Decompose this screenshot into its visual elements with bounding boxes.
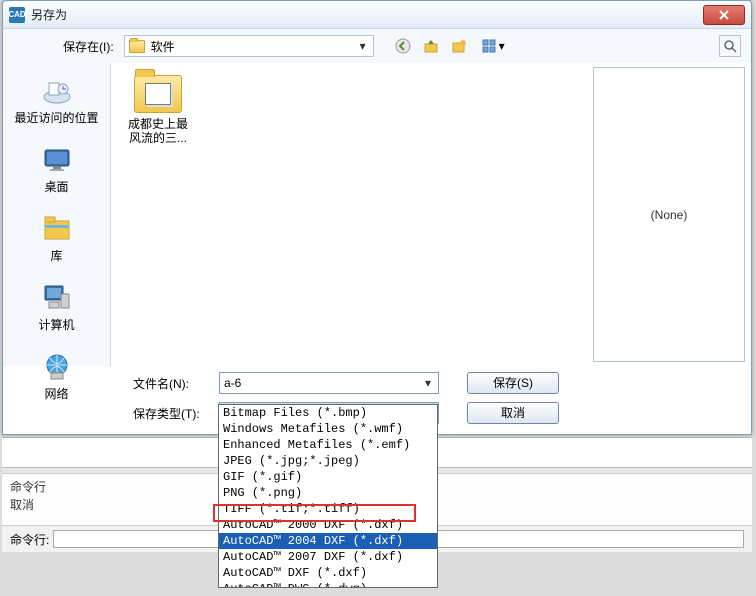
file-item-label: 成都史上最风流的三... [123, 117, 193, 146]
document-stack-icon [145, 83, 171, 105]
dialog-body: 最近访问的位置 桌面 库 计算机 [3, 63, 751, 366]
location-text: 软件 [151, 38, 357, 55]
dropdown-item[interactable]: AutoCAD™ DXF (*.dxf) [219, 565, 437, 581]
places-bar: 最近访问的位置 桌面 库 计算机 [3, 63, 111, 366]
folder-icon [134, 75, 182, 113]
dropdown-item[interactable]: Bitmap Files (*.bmp) [219, 405, 437, 421]
dropdown-item[interactable]: AutoCAD™ 2007 DXF (*.dxf) [219, 549, 437, 565]
window-title: 另存为 [31, 6, 703, 23]
recent-icon [41, 75, 73, 107]
new-folder-icon [451, 38, 467, 54]
chevron-down-icon[interactable]: ▾ [422, 376, 434, 390]
dropdown-item[interactable]: JPEG (*.jpg;*.jpeg) [219, 453, 437, 469]
dropdown-item[interactable]: AutoCAD™ DWG (*.dwg) [219, 581, 437, 588]
filetype-label: 保存类型(T): [133, 405, 211, 422]
desktop-icon [41, 144, 73, 176]
new-folder-button[interactable] [448, 35, 470, 57]
place-label: 库 [50, 247, 62, 264]
save-as-dialog: CAD 另存为 保存在(I): 软件 ▾ ▾ [2, 0, 752, 435]
chevron-down-icon: ▾ [357, 39, 369, 53]
filename-input[interactable]: a-6 ▾ [219, 372, 439, 394]
place-label: 桌面 [44, 178, 68, 195]
filetype-dropdown[interactable]: Bitmap Files (*.bmp)Windows Metafiles (*… [218, 404, 438, 588]
preview-toggle-button[interactable] [719, 35, 741, 57]
file-item-folder[interactable]: 成都史上最风流的三... [123, 75, 193, 146]
app-icon: CAD [9, 7, 25, 23]
file-list-pane[interactable]: 成都史上最风流的三... [111, 63, 593, 366]
up-folder-icon [423, 38, 439, 54]
up-button[interactable] [420, 35, 442, 57]
save-in-label: 保存在(I): [63, 38, 114, 55]
dropdown-item[interactable]: AutoCAD™ 2004 DXF (*.dxf) [219, 533, 437, 549]
place-desktop[interactable]: 桌面 [12, 140, 102, 199]
computer-icon [41, 282, 73, 314]
chevron-down-icon: ▾ [499, 39, 505, 53]
close-button[interactable] [703, 5, 745, 25]
save-button[interactable]: 保存(S) [467, 372, 559, 394]
place-label: 计算机 [38, 316, 74, 333]
place-computer[interactable]: 计算机 [12, 278, 102, 337]
toolbar: 保存在(I): 软件 ▾ ▾ [3, 29, 751, 63]
location-combo[interactable]: 软件 ▾ [124, 35, 374, 57]
place-network[interactable]: 网络 [12, 347, 102, 406]
preview-text: (None) [651, 208, 688, 222]
view-menu-button[interactable]: ▾ [476, 35, 510, 57]
command-prompt-label: 命令行: [10, 531, 49, 548]
dropdown-item[interactable]: GIF (*.gif) [219, 469, 437, 485]
view-icon [481, 38, 497, 54]
place-label: 网络 [44, 385, 68, 402]
network-icon [41, 351, 73, 383]
dropdown-item[interactable]: Enhanced Metafiles (*.emf) [219, 437, 437, 453]
place-libraries[interactable]: 库 [12, 209, 102, 268]
close-icon [718, 9, 730, 21]
dropdown-item[interactable]: AutoCAD™ 2000 DXF (*.dxf) [219, 517, 437, 533]
dropdown-item[interactable]: Windows Metafiles (*.wmf) [219, 421, 437, 437]
libraries-icon [41, 213, 73, 245]
cancel-button[interactable]: 取消 [467, 402, 559, 424]
place-recent[interactable]: 最近访问的位置 [12, 71, 102, 130]
filename-label: 文件名(N): [133, 375, 211, 392]
titlebar: CAD 另存为 [3, 1, 751, 29]
back-button[interactable] [392, 35, 414, 57]
filename-value: a-6 [224, 376, 422, 390]
dropdown-item[interactable]: TIFF (*.tif;*.tiff) [219, 501, 437, 517]
filename-row: 文件名(N): a-6 ▾ 保存(S) [133, 372, 741, 394]
preview-pane: (None) [593, 67, 745, 362]
back-icon [395, 38, 411, 54]
dropdown-item[interactable]: PNG (*.png) [219, 485, 437, 501]
folder-icon [129, 40, 145, 53]
magnifier-icon [723, 39, 737, 53]
place-label: 最近访问的位置 [14, 109, 98, 126]
